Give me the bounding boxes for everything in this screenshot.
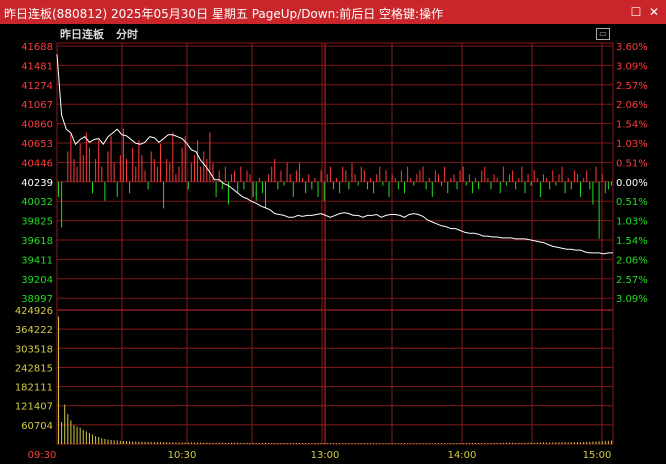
price-line — [56, 54, 613, 255]
price-tick-label: 39825 — [21, 217, 53, 228]
price-tick-label: 38997 — [21, 294, 53, 305]
chart-frame — [56, 42, 614, 445]
percent-tick-label: 3.09% — [616, 61, 648, 72]
time-tick-label: 14:00 — [448, 450, 477, 461]
price-tick-label: 40860 — [21, 120, 53, 131]
time-tick-label: 13:00 — [311, 450, 340, 461]
percent-tick-label: 2.57% — [616, 81, 648, 92]
volume-tick-label: 364222 — [15, 325, 53, 336]
price-tick-label: 41274 — [21, 81, 53, 92]
time-tick-label: 15:00 — [583, 450, 612, 461]
price-tick-label: 41481 — [21, 61, 53, 72]
time-tick-label: 10:30 — [168, 450, 197, 461]
percent-tick-label: 2.06% — [616, 100, 648, 111]
volume-tick-label: 242815 — [15, 363, 53, 374]
percent-tick-label: 1.54% — [616, 236, 648, 247]
price-tick-label: 40032 — [21, 197, 53, 208]
price-tick-label: 41688 — [21, 42, 53, 53]
percent-tick-label: 3.09% — [616, 294, 648, 305]
percent-tick-label: 0.00% — [616, 178, 648, 189]
volume-tick-label: 182111 — [15, 383, 53, 394]
price-tick-label: 41067 — [21, 100, 53, 111]
percent-tick-label: 1.03% — [616, 217, 648, 228]
price-tick-label: 40653 — [21, 139, 53, 150]
percent-tick-label: 0.51% — [616, 158, 648, 169]
percent-tick-label: 3.60% — [616, 42, 648, 53]
percent-tick-label: 1.54% — [616, 120, 648, 131]
price-tick-label: 40446 — [21, 158, 53, 169]
percent-tick-label: 1.03% — [616, 139, 648, 150]
time-tick-label: 09:30 — [28, 450, 57, 461]
price-tick-label: 39204 — [21, 275, 53, 286]
volume-tick-label: 424926 — [15, 306, 53, 317]
volume-tick-label: 303518 — [15, 344, 53, 355]
volume-tick-label: 121407 — [15, 402, 53, 413]
percent-tick-label: 2.57% — [616, 275, 648, 286]
percent-tick-label: 0.51% — [616, 197, 648, 208]
intraday-chart[interactable]: 41688 41481 41274 41067 40860 40653 40446 40239… — [0, 0, 666, 464]
price-tick-label: 40239 — [21, 178, 53, 189]
percent-tick-label: 2.06% — [616, 255, 648, 266]
price-tick-label: 39618 — [21, 236, 53, 247]
volume-tick-label: 60704 — [21, 421, 53, 432]
price-tick-label: 39411 — [21, 255, 53, 266]
